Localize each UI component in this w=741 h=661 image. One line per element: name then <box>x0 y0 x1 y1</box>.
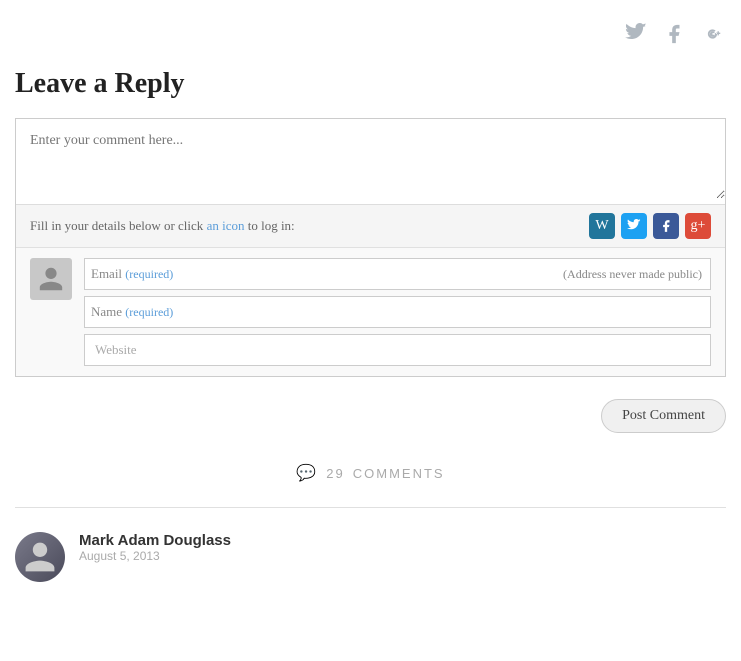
twitter-login-icon[interactable] <box>621 213 647 239</box>
comment-textarea[interactable] <box>16 119 725 199</box>
googleplus-icon[interactable] <box>698 20 726 48</box>
email-input-row: Email (required) (Address never made pub… <box>84 258 711 290</box>
name-input-row: Name (required) <box>84 296 711 328</box>
website-input[interactable] <box>84 334 711 366</box>
post-comment-button[interactable]: Post Comment <box>601 399 726 433</box>
comment-date: August 5, 2013 <box>79 549 231 563</box>
twitter-icon[interactable] <box>622 20 650 48</box>
comment-form: Fill in your details below or click an i… <box>15 118 726 377</box>
fill-details-text: Fill in your details below or click an i… <box>30 218 295 234</box>
post-comment-row: Post Comment <box>15 387 726 443</box>
comments-number: 29 <box>326 466 344 481</box>
fill-details-bar: Fill in your details below or click an i… <box>16 204 725 247</box>
comments-count: 💬 29 COMMENTS <box>15 443 726 493</box>
user-input-row: Email (required) (Address never made pub… <box>16 247 725 376</box>
commenter-name: Mark Adam Douglass <box>79 532 231 549</box>
comment-item: Mark Adam Douglass August 5, 2013 <box>15 522 726 592</box>
email-label: Email (required) <box>85 266 179 282</box>
facebook-icon[interactable] <box>660 20 688 48</box>
name-input[interactable] <box>179 297 710 327</box>
input-fields: Email (required) (Address never made pub… <box>84 258 711 366</box>
facebook-login-icon[interactable] <box>653 213 679 239</box>
user-avatar <box>30 258 72 300</box>
wordpress-login-icon[interactable]: W <box>589 213 615 239</box>
email-input[interactable] <box>179 259 563 289</box>
name-label: Name (required) <box>85 304 179 320</box>
comment-meta: Mark Adam Douglass August 5, 2013 <box>79 532 231 563</box>
commenter-avatar <box>15 532 65 582</box>
login-icon-link[interactable]: an icon <box>207 218 245 233</box>
googleplus-login-icon[interactable]: g+ <box>685 213 711 239</box>
comment-bubble-icon: 💬 <box>296 463 318 483</box>
email-note: (Address never made public) <box>563 267 710 282</box>
page-title: Leave a Reply <box>15 68 726 100</box>
section-divider <box>15 507 726 508</box>
comments-label: COMMENTS <box>353 466 445 481</box>
top-social-bar <box>15 20 726 48</box>
login-icons: W g+ <box>589 213 711 239</box>
